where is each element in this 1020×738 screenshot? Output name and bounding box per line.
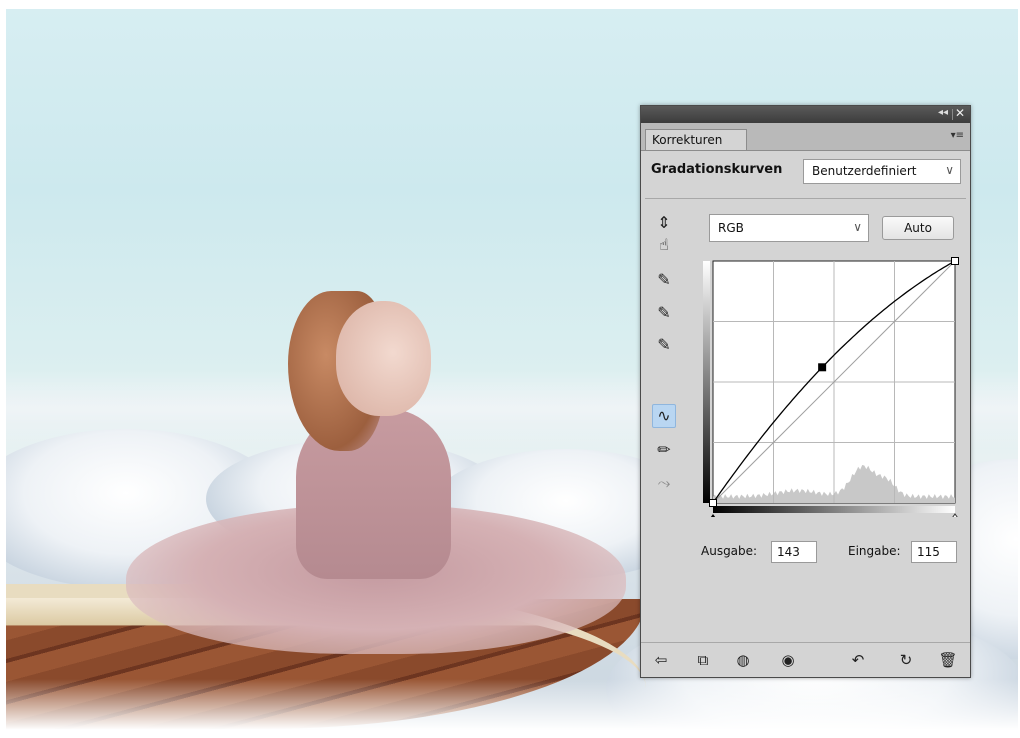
tab-korrekturen[interactable]: Korrekturen	[645, 129, 747, 150]
panel-bottom-bar: ⇦ ⧉ ◍ ◉ ↶ ↻ 🗑	[641, 642, 970, 677]
tab-strip: Korrekturen ▾≡	[641, 123, 970, 151]
girl-head	[336, 301, 431, 416]
black-eyedropper-icon[interactable]: ✎	[653, 269, 675, 291]
output-gradient-bar	[703, 261, 710, 503]
eye-icon[interactable]: ◉	[778, 650, 798, 670]
input-field[interactable]: 115	[911, 541, 957, 563]
close-icon[interactable]: ✕	[955, 106, 965, 120]
bottom-fade	[6, 679, 1018, 735]
adjustments-panel: ◂◂ ✕ Korrekturen ▾≡ Gradationskurven Ben…	[640, 105, 971, 678]
curve-graph[interactable]	[703, 257, 961, 517]
pencil-draw-icon[interactable]: ✏	[653, 439, 675, 461]
black-point-slider	[710, 514, 716, 517]
output-field[interactable]: 143	[771, 541, 817, 563]
panel-menu-icon[interactable]: ▾≡	[951, 130, 964, 141]
gray-eyedropper-icon[interactable]: ✎	[653, 302, 675, 324]
curve-svg[interactable]	[703, 257, 961, 517]
view-previous-icon[interactable]: ↶	[848, 650, 868, 670]
clip-to-layer-icon[interactable]: ⧉	[693, 650, 713, 670]
smooth-curve-icon[interactable]: ⤳	[653, 472, 675, 494]
white-point-slider	[952, 513, 958, 517]
collapse-icon[interactable]: ◂◂	[938, 107, 948, 118]
curve-control-point	[818, 363, 827, 372]
trash-icon[interactable]: 🗑	[938, 650, 958, 670]
reset-icon[interactable]: ↻	[896, 650, 916, 670]
white-eyedropper-icon[interactable]: ✎	[653, 334, 675, 356]
layer-visibility-icon[interactable]: ◍	[733, 650, 753, 670]
input-label: Eingabe:	[848, 544, 901, 558]
chevron-down-icon: ∨	[945, 163, 954, 177]
chevron-down-icon: ∨	[853, 220, 862, 234]
channel-dropdown[interactable]: RGB ∨	[709, 214, 869, 242]
on-image-adjust-icon[interactable]: ⇕☝	[653, 212, 675, 254]
curve-end-point	[709, 499, 717, 507]
panel-titlebar[interactable]: ◂◂ ✕	[641, 106, 970, 123]
output-label: Ausgabe:	[701, 544, 758, 558]
input-gradient-bar	[713, 506, 955, 513]
preset-dropdown[interactable]: Benutzerdefiniert ∨	[803, 159, 961, 184]
preset-value: Benutzerdefiniert	[812, 164, 917, 178]
divider	[645, 198, 966, 199]
auto-button[interactable]: Auto	[882, 216, 954, 240]
adjustment-title: Gradationskurven	[651, 162, 783, 177]
channel-value: RGB	[718, 221, 744, 235]
curve-point-tool-icon[interactable]: ∿	[652, 404, 676, 428]
titlebar-divider	[952, 109, 953, 120]
curve-end-point	[951, 257, 959, 265]
back-arrow-icon[interactable]: ⇦	[651, 650, 671, 670]
